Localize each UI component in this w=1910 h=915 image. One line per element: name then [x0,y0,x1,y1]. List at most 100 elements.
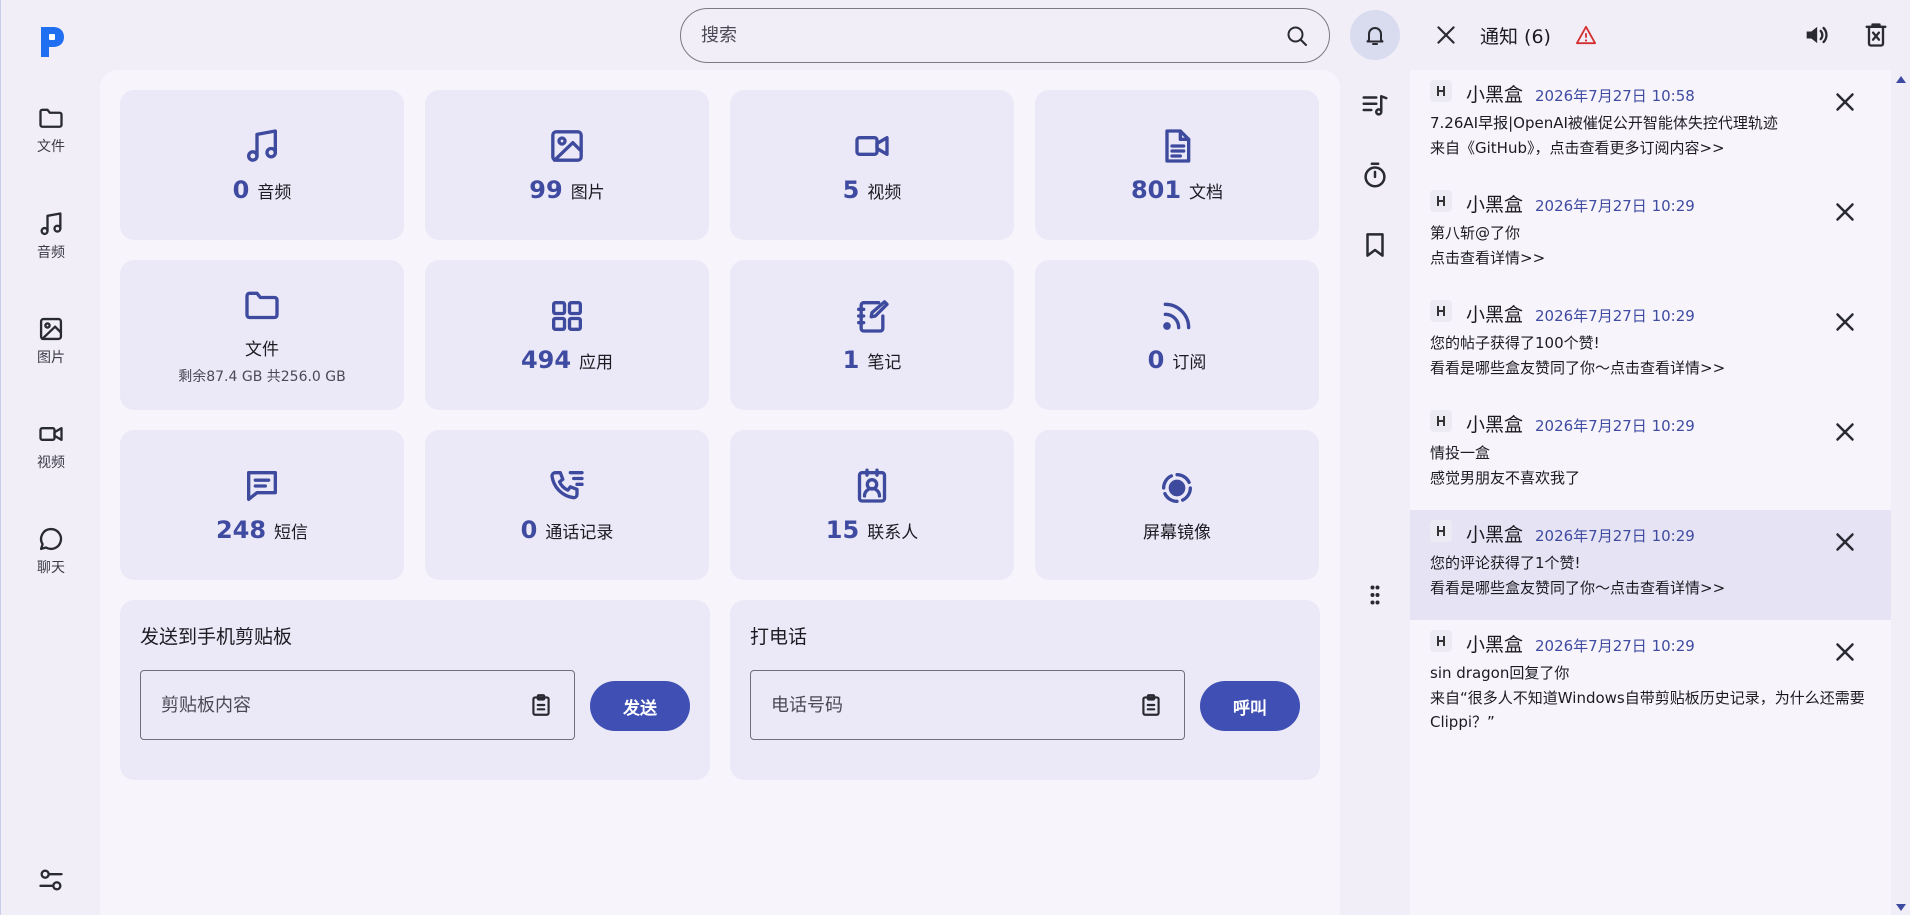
card-screen-mirror[interactable]: 屏幕镜像 [1035,430,1319,580]
clipboard-input[interactable] [161,694,528,716]
card-images[interactable]: 99 图片 [425,90,709,240]
card-sms[interactable]: 248 短信 [120,430,404,580]
card-docs[interactable]: 801 文档 [1035,90,1319,240]
calls-count: 0 [520,516,538,544]
notification-sender: 小黑盒 [1466,414,1524,436]
notification-sender: 小黑盒 [1466,194,1524,216]
volume-icon[interactable] [1802,21,1830,49]
dismiss-icon[interactable] [1830,527,1860,557]
app-avatar [1430,190,1452,212]
clipboard-icon[interactable] [1138,692,1164,718]
dismiss-icon[interactable] [1830,637,1860,667]
audio-label: 音频 [257,183,292,203]
notification-body: 看看是哪些盒友赞同了你～点击查看详情>> [1430,579,1726,597]
notification-body: 看看是哪些盒友赞同了你～点击查看详情>> [1430,359,1726,377]
phone-title: 打电话 [750,626,808,648]
dashboard-panel: 0 音频 99 图片 5 视频 801 文档 文件 剩余87.4 GB 共256.0 G… [100,70,1340,915]
mirror-label: 屏幕镜像 [1143,522,1211,543]
card-apps[interactable]: 494 应用 [425,260,709,410]
apps-grid-icon [552,301,582,331]
nav-item-files[interactable]: 文件 [1,104,101,170]
nav-item-audio[interactable]: 音频 [1,210,101,276]
phone-field[interactable] [750,670,1185,740]
card-files[interactable]: 文件 剩余87.4 GB 共256.0 GB [120,260,404,410]
dismiss-icon[interactable] [1830,307,1860,337]
notification-time: 2026年7月27日 10:29 [1535,527,1695,545]
nav-label: 图片 [37,350,65,366]
bell-icon [1366,27,1384,45]
notification-list: 小黑盒 2026年7月27日 10:58 7.26AI早报|OpenAI被催促公… [1410,70,1891,915]
nav-item-video[interactable]: 视频 [1,420,101,486]
notification-item[interactable]: 小黑盒 2026年7月27日 10:29 sin dragon回复了你 来自“很… [1410,620,1891,750]
scrollbar[interactable] [1891,70,1910,915]
contact-icon [857,468,887,503]
notifications-button[interactable] [1350,10,1400,60]
dismiss-icon[interactable] [1830,87,1860,117]
notification-item[interactable]: 小黑盒 2026年7月27日 10:29 您的评论获得了1个赞! 看看是哪些盒友… [1410,510,1891,620]
nav-label: 视频 [37,455,65,471]
notification-body: 来自《GitHub》，点击查看更多订阅内容>> [1430,139,1725,157]
dismiss-icon[interactable] [1830,417,1860,447]
app-avatar [1430,630,1452,652]
nav-item-chat[interactable]: 聊天 [1,525,101,591]
notification-item[interactable]: 小黑盒 2026年7月27日 10:29 您的帖子获得了100个赞! 看看是哪些… [1410,290,1891,400]
warning-icon [1575,25,1596,45]
notification-item[interactable]: 小黑盒 2026年7月27日 10:58 7.26AI早报|OpenAI被催促公… [1410,70,1891,180]
chat-icon [39,527,63,551]
settings-sliders-icon[interactable] [37,866,65,894]
notification-time: 2026年7月27日 10:29 [1535,197,1695,215]
folder-icon [245,291,279,319]
send-button[interactable]: 发送 [590,681,690,731]
bookmark-icon[interactable] [1360,230,1390,260]
files-label: 文件 [245,339,279,360]
phone-number-input[interactable] [771,694,1138,716]
playlist-icon[interactable] [1360,90,1390,120]
clipboard-icon[interactable] [528,692,554,718]
image-icon [551,130,583,162]
timer-icon[interactable] [1360,160,1390,190]
drag-handle-icon[interactable] [1360,580,1390,610]
calls-label: 通话记录 [545,523,614,543]
dismiss-icon[interactable] [1830,197,1860,227]
contacts-label: 联系人 [867,523,919,543]
search-icon[interactable] [1285,24,1309,48]
card-contacts[interactable]: 15 联系人 [730,430,1014,580]
app-avatar [1430,300,1452,322]
notification-title: 通知 (6) [1480,26,1551,48]
scroll-down-arrow-icon[interactable] [1896,904,1906,911]
document-icon [1165,129,1191,163]
call-log-icon [550,471,584,500]
card-feeds[interactable]: 0 订阅 [1035,260,1319,410]
apps-label: 应用 [579,353,614,373]
docs-label: 文档 [1189,183,1224,203]
notification-item[interactable]: 小黑盒 2026年7月27日 10:29 第八斩@了你 点击查看详情>> [1410,180,1891,290]
notification-title: 情投一盒 [1430,444,1491,462]
nav-item-images[interactable]: 图片 [1,315,101,381]
storage-info: 剩余87.4 GB 共256.0 GB [178,368,346,385]
call-button[interactable]: 呼叫 [1200,681,1300,731]
notification-sender: 小黑盒 [1466,634,1524,656]
scroll-up-arrow-icon[interactable] [1896,76,1906,83]
clipboard-box: 发送到手机剪贴板 发送 [120,600,710,780]
image-icon [39,317,63,341]
music-icon [247,129,277,162]
notification-title: 7.26AI早报|OpenAI被催促公开智能体失控代理轨迹 [1430,114,1778,132]
notification-body: 点击查看详情>> [1430,249,1546,267]
search-input[interactable] [701,25,1285,46]
card-notes[interactable]: 1 笔记 [730,260,1014,410]
card-call-log[interactable]: 0 通话记录 [425,430,709,580]
apps-count: 494 [520,346,572,374]
card-audio[interactable]: 0 音频 [120,90,404,240]
search-bar[interactable] [680,8,1330,63]
close-icon[interactable] [1433,22,1459,48]
clipboard-field[interactable] [140,670,575,740]
card-video[interactable]: 5 视频 [730,90,1014,240]
heybox-logo-icon [1437,306,1445,316]
notification-item[interactable]: 小黑盒 2026年7月27日 10:29 情投一盒 感觉男朋友不喜欢我了 [1410,400,1891,510]
app-avatar [1430,80,1452,102]
video-label: 视频 [867,183,902,203]
phone-call-box: 打电话 呼叫 [730,600,1320,780]
notification-body: 来自“很多人不知道Windows自带剪贴板历史记录，为什么还需要Clippi？” [1430,689,1865,731]
sms-count: 248 [215,516,267,544]
clear-all-icon[interactable] [1862,21,1890,49]
